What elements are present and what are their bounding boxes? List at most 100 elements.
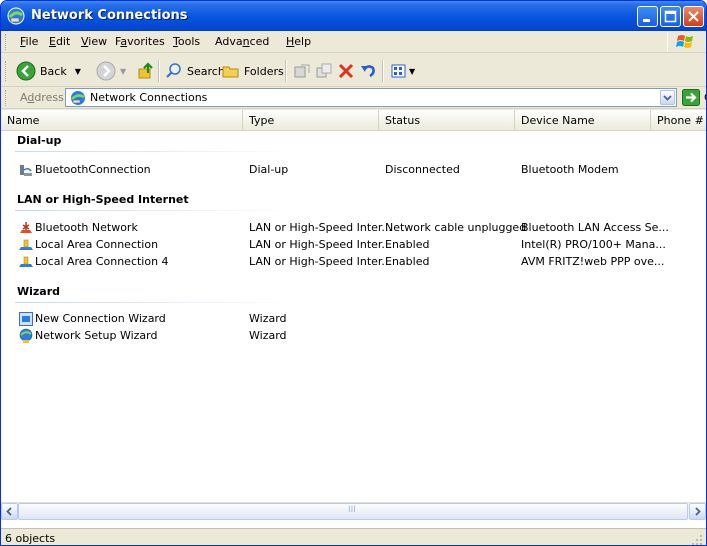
standard-toolbar: Back ▼ ▼ Search Folders ▼ bbox=[1, 54, 706, 87]
item-type: LAN or High-Speed Inter... bbox=[249, 238, 392, 251]
undo-icon bbox=[361, 65, 375, 78]
move-to-icon bbox=[294, 64, 310, 78]
undo-button[interactable] bbox=[359, 60, 377, 82]
up-folder-icon bbox=[138, 62, 153, 79]
menu-view[interactable]: View bbox=[81, 35, 107, 48]
menu-favorites[interactable]: Favorites bbox=[115, 35, 165, 48]
windows-logo-icon bbox=[667, 32, 701, 52]
item-type: LAN or High-Speed Inter... bbox=[249, 255, 392, 268]
search-label: Search bbox=[187, 64, 225, 78]
item-device: AVM FRITZ!web PPP ove... bbox=[521, 255, 665, 268]
address-input[interactable]: Network Connections bbox=[65, 88, 677, 107]
network-connections-icon bbox=[7, 7, 25, 25]
list-item[interactable]: Local Area Connection LAN or High-Speed … bbox=[1, 237, 706, 254]
close-button[interactable] bbox=[683, 6, 704, 27]
item-status: Enabled bbox=[385, 238, 430, 251]
forward-button[interactable]: ▼ bbox=[96, 60, 126, 82]
go-arrow-icon bbox=[682, 89, 700, 106]
up-folder-button[interactable] bbox=[136, 60, 156, 82]
chevron-right-icon bbox=[695, 507, 701, 516]
menu-help[interactable]: Help bbox=[286, 35, 311, 48]
group-title-wizard: Wizard bbox=[17, 285, 61, 298]
toolbar-separator bbox=[285, 60, 287, 82]
delete-icon bbox=[338, 63, 354, 79]
group-title-lan: LAN or High-Speed Internet bbox=[17, 193, 189, 206]
list-item[interactable]: BluetoothConnection Dial-up Disconnected… bbox=[1, 162, 706, 179]
dialup-connection-icon bbox=[20, 165, 32, 176]
address-bar: Address Network Connections Go bbox=[1, 87, 706, 109]
item-device: Bluetooth Modem bbox=[521, 163, 619, 176]
group-title-dialup: Dial-up bbox=[17, 134, 62, 147]
toolbar-separator bbox=[158, 60, 160, 82]
menu-grip[interactable] bbox=[5, 34, 8, 50]
item-status: Enabled bbox=[385, 255, 430, 268]
network-connections-icon bbox=[71, 91, 85, 105]
folders-icon bbox=[222, 66, 239, 78]
item-name: Local Area Connection bbox=[35, 238, 159, 251]
minimize-button[interactable] bbox=[637, 6, 658, 27]
menu-edit[interactable]: Edit bbox=[49, 35, 70, 48]
title-bar[interactable]: Network Connections bbox=[1, 1, 706, 31]
go-button[interactable]: Go bbox=[682, 89, 706, 106]
address-label: Address bbox=[20, 91, 64, 104]
menu-bar: File Edit View Favorites Tools Advanced … bbox=[1, 31, 706, 53]
column-header-device-name[interactable]: Device Name bbox=[515, 110, 651, 131]
back-button[interactable]: Back ▼ bbox=[16, 60, 81, 82]
copy-to-button[interactable] bbox=[315, 60, 333, 82]
folders-button[interactable]: Folders bbox=[222, 60, 284, 82]
views-button[interactable]: ▼ bbox=[390, 60, 415, 82]
menu-advanced[interactable]: Advanced bbox=[215, 35, 269, 48]
scroll-left-button[interactable] bbox=[1, 503, 18, 520]
resize-grip-icon[interactable] bbox=[691, 534, 703, 546]
scrollbar-thumb[interactable]: III bbox=[18, 503, 688, 520]
item-name: New Connection Wizard bbox=[35, 312, 166, 325]
views-dropdown-icon[interactable]: ▼ bbox=[409, 67, 415, 76]
forward-arrow-icon bbox=[96, 61, 116, 81]
group-divider bbox=[15, 151, 295, 152]
group-divider bbox=[15, 210, 295, 211]
menu-file[interactable]: File bbox=[20, 35, 38, 48]
column-header-name[interactable]: Name bbox=[1, 110, 243, 131]
search-button[interactable]: Search bbox=[165, 60, 225, 82]
folders-label: Folders bbox=[244, 64, 284, 78]
horizontal-scrollbar[interactable]: III bbox=[1, 502, 706, 520]
list-item[interactable]: Bluetooth Network LAN or High-Speed Inte… bbox=[1, 220, 706, 237]
minimize-icon bbox=[643, 19, 650, 22]
menu-tools[interactable]: Tools bbox=[173, 35, 200, 48]
views-icon bbox=[391, 64, 406, 78]
list-item[interactable]: Network Setup Wizard Wizard bbox=[1, 328, 706, 345]
list-item[interactable]: New Connection Wizard Wizard bbox=[1, 311, 706, 328]
item-name: BluetoothConnection bbox=[35, 163, 151, 176]
chevron-down-icon bbox=[663, 95, 672, 101]
address-grip[interactable] bbox=[5, 90, 8, 106]
item-type: Dial-up bbox=[249, 163, 289, 176]
status-bar: 6 objects bbox=[1, 528, 706, 546]
item-name: Local Area Connection 4 bbox=[35, 255, 169, 268]
toolbar-separator bbox=[382, 60, 384, 82]
move-to-button[interactable] bbox=[293, 60, 311, 82]
close-icon bbox=[688, 11, 699, 22]
column-header-type[interactable]: Type bbox=[243, 110, 379, 131]
scroll-right-button[interactable] bbox=[689, 503, 706, 520]
forward-dropdown-icon[interactable]: ▼ bbox=[120, 67, 126, 76]
chevron-left-icon bbox=[6, 507, 12, 516]
list-item[interactable]: Local Area Connection 4 LAN or High-Spee… bbox=[1, 254, 706, 271]
delete-button[interactable] bbox=[337, 60, 355, 82]
item-status: Disconnected bbox=[385, 163, 460, 176]
address-dropdown-button[interactable] bbox=[660, 90, 675, 105]
column-header-phone[interactable]: Phone # bbox=[651, 110, 706, 131]
column-header-status[interactable]: Status bbox=[379, 110, 515, 131]
connections-list[interactable]: Name Type Status Device Name Phone # Dia… bbox=[1, 110, 706, 528]
toolbar-grip[interactable] bbox=[5, 61, 8, 81]
back-label: Back bbox=[40, 64, 67, 78]
new-connection-wizard-icon bbox=[19, 312, 33, 326]
back-arrow-icon bbox=[16, 61, 36, 81]
item-type: Wizard bbox=[249, 312, 287, 325]
copy-to-icon bbox=[316, 63, 332, 78]
maximize-button[interactable] bbox=[660, 6, 681, 27]
status-object-count: 6 objects bbox=[5, 532, 56, 545]
lan-connection-icon bbox=[19, 256, 33, 267]
back-dropdown-icon[interactable]: ▼ bbox=[75, 67, 81, 76]
network-setup-wizard-icon bbox=[19, 328, 33, 343]
scrollbar-grip: III bbox=[348, 505, 356, 515]
